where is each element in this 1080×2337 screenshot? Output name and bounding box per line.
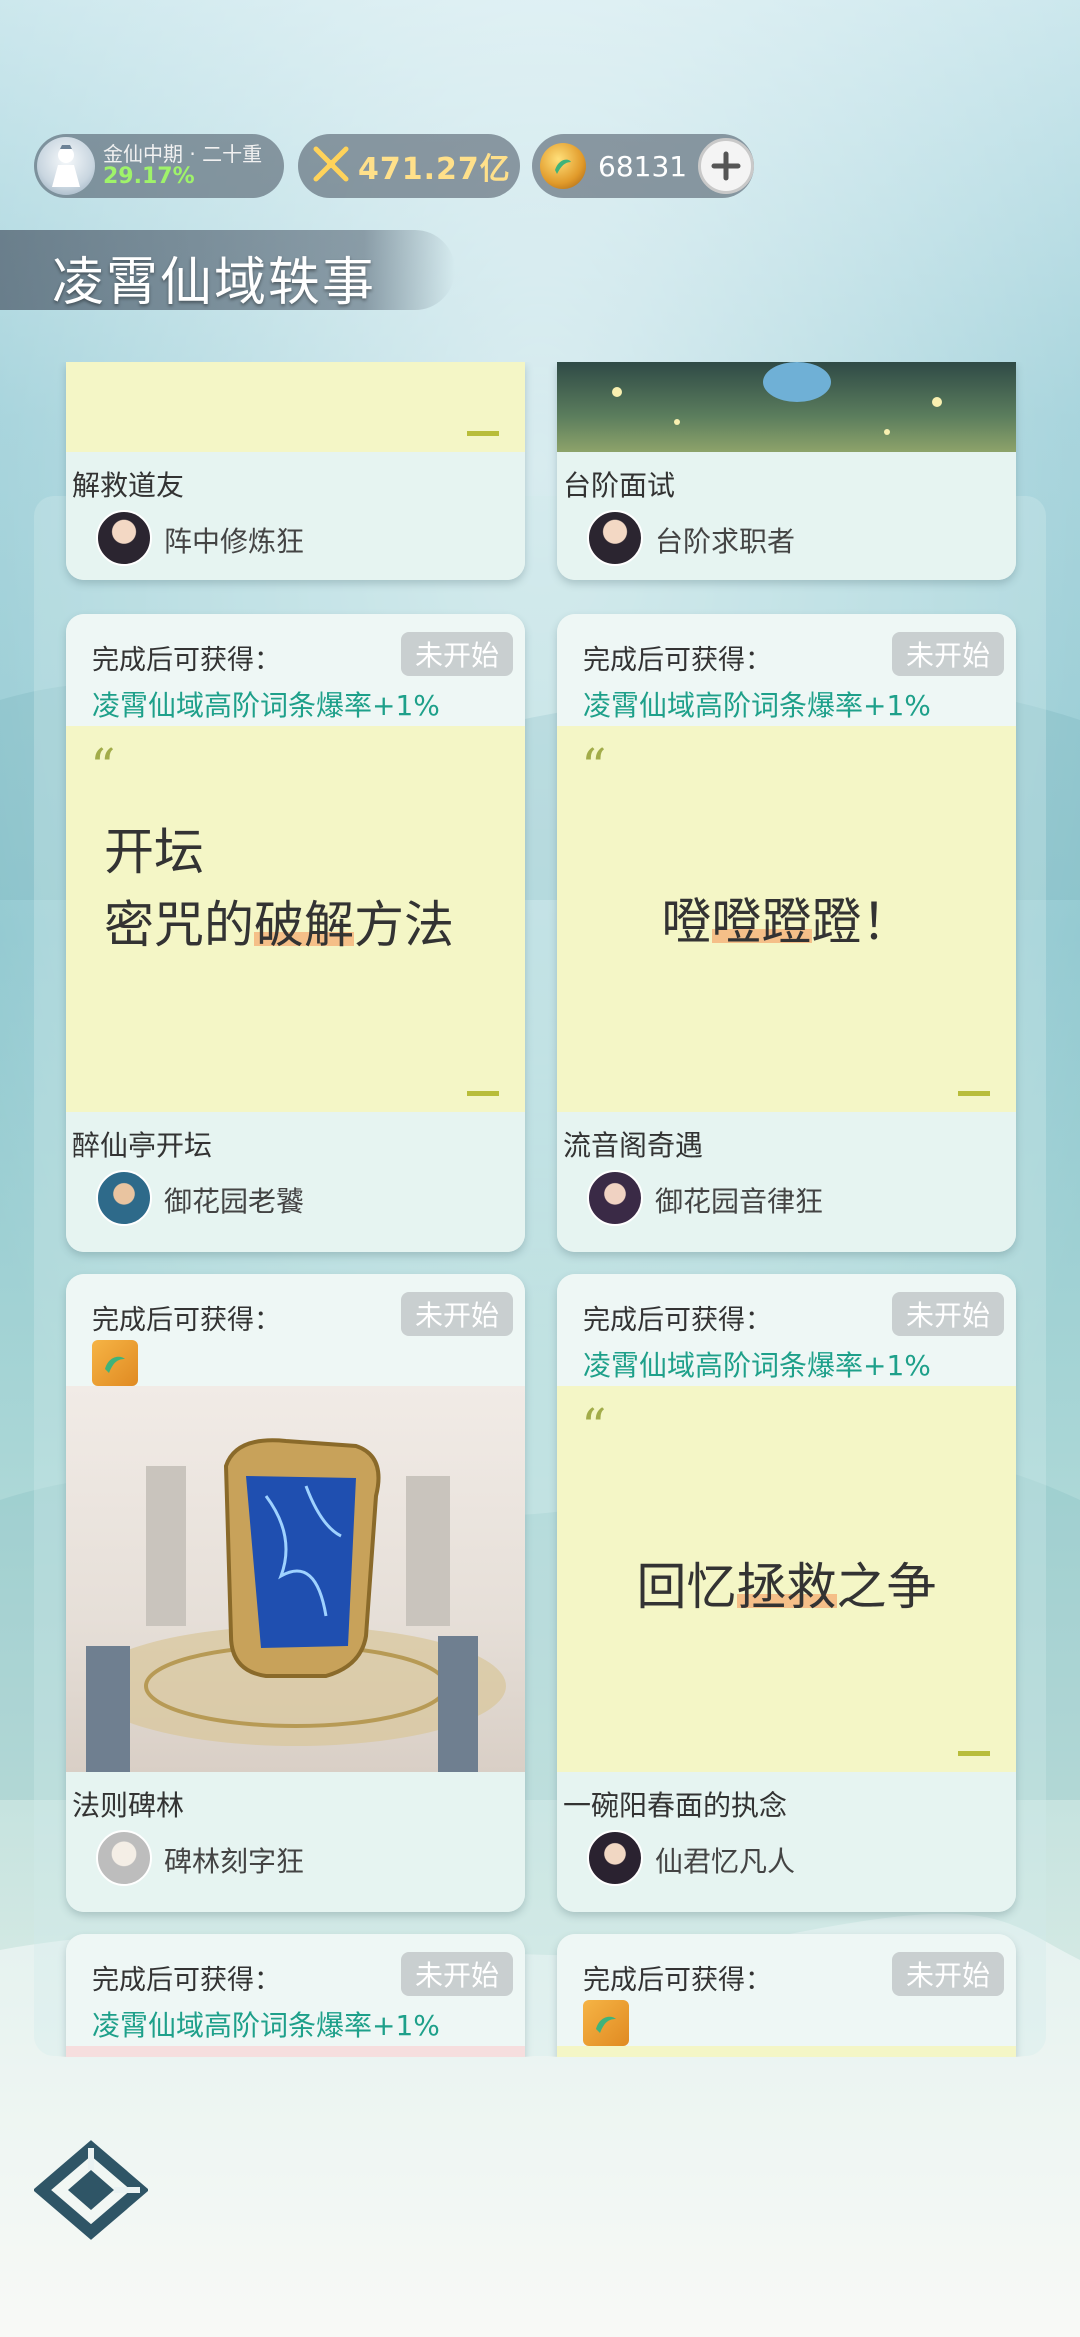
event-name: 一碗阳春面的执念 [563,1789,788,1822]
jade-amount: 68131 [598,149,688,183]
reward-label: 完成后可获得： [583,645,772,676]
npc-avatar [96,1170,152,1226]
reward-label: 完成后可获得： [92,1965,281,1996]
npc-avatar [96,1830,152,1886]
home-menu-button[interactable] [32,2140,150,2240]
reward-item-icon[interactable] [583,2000,629,2046]
reward-text: 凌霄仙域高阶词条爆率+1% [92,689,440,722]
event-card-6[interactable]: 完成后可获得： 未开始 凌霄仙域高阶词条爆率+1% “ 回忆拯救之争 一碗阳春面… [557,1274,1016,1912]
npc-avatar [587,1830,643,1886]
reward-text: 凌霄仙域高阶词条爆率+1% [92,2009,440,2042]
card-cover [66,362,525,452]
reward-text: 凌霄仙域高阶词条爆率+1% [583,689,931,722]
event-name: 台阶面试 [563,469,676,502]
event-card-8[interactable]: 完成后可获得： 未开始 [557,1934,1016,2057]
dash-mark [467,431,499,436]
npc-name: 碑林刻字狂 [164,1845,305,1878]
card-cover-image [557,362,1016,452]
npc-avatar [587,1170,643,1226]
page-title: 凌霄仙域轶事 [52,253,377,313]
event-card-5[interactable]: 完成后可获得： 未开始 法则碑林 碑林刻字狂 [66,1274,525,1912]
add-currency-button[interactable] [698,138,754,194]
highlight-text: 破解 [254,895,354,954]
npc-name: 阵中修炼狂 [164,525,305,558]
quote-mark-icon: “ [581,738,607,796]
npc-name: 御花园音律狂 [655,1185,824,1218]
plus-icon [711,151,741,181]
realm-status[interactable]: 金仙中期 · 二十重 29.17% [34,134,284,198]
event-name: 法则碑林 [72,1789,185,1822]
stone-tablet-image [86,1438,506,1772]
combat-power-value: 471.27亿 [358,152,511,187]
jade-coin-icon [540,143,586,189]
realm-progress: 29.17% [103,163,195,189]
npc-name: 仙君忆凡人 [655,1845,796,1878]
diamond-logo-icon [32,2140,150,2240]
status-badge: 未开始 [400,1952,513,1996]
card-headline: 噔噔蹬蹬！ [661,893,912,951]
reward-label: 完成后可获得： [583,1965,772,1996]
crossed-swords-icon [312,145,350,187]
dash-mark [958,1091,990,1096]
npc-name: 御花园老饕 [164,1185,305,1218]
event-name: 流音阁奇遇 [563,1129,704,1162]
card-headline: 回忆拯救之争 [636,1558,937,1616]
reward-text: 凌霄仙域高阶词条爆率+1% [583,1349,931,1382]
event-card-1[interactable]: 解救道友 阵中修炼狂 [66,362,525,580]
reward-item-icon[interactable] [92,1340,138,1386]
card-headline: 开坛 [104,823,204,881]
event-name: 解救道友 [72,469,185,502]
status-badge: 未开始 [891,632,1004,676]
reward-label: 完成后可获得： [92,1305,281,1336]
combat-power[interactable]: 471.27亿 [298,134,520,198]
card-cover [66,2046,525,2057]
npc-avatar [587,510,643,566]
event-card-4[interactable]: 完成后可获得： 未开始 凌霄仙域高阶词条爆率+1% “ 噔噔蹬蹬！ 流音阁奇遇 … [557,614,1016,1252]
event-card-3[interactable]: 完成后可获得： 未开始 凌霄仙域高阶词条爆率+1% “ 开坛 密咒的破解方法 醉… [66,614,525,1252]
status-badge: 未开始 [891,1952,1004,1996]
reward-label: 完成后可获得： [583,1305,772,1336]
quote-mark-icon: “ [581,1398,607,1456]
realm-name: 金仙中期 · 二十重 [103,141,263,166]
event-card-7[interactable]: 完成后可获得： 未开始 凌霄仙域高阶词条爆率+1% [66,1934,525,2057]
card-cover [557,2046,1016,2057]
status-badge: 未开始 [400,1292,513,1336]
event-card-2[interactable]: 台阶面试 台阶求职者 [557,362,1016,580]
event-name: 醉仙亭开坛 [72,1129,213,1162]
event-list[interactable]: 解救道友 阵中修炼狂 台阶面试 台阶求职者 完成后可获得： 未开始 凌霄仙域高阶… [0,362,1080,2057]
tablet-image [66,1386,525,1772]
npc-avatar [96,510,152,566]
npc-name: 台阶求职者 [655,525,796,558]
dash-mark [467,1091,499,1096]
quote-mark-icon: “ [90,738,116,796]
dash-mark [958,1751,990,1756]
reward-label: 完成后可获得： [92,645,281,676]
forest-scene-image [612,362,942,435]
player-avatar-icon [37,137,95,195]
status-badge: 未开始 [891,1292,1004,1336]
card-headline-2: 密咒的破解方法 [104,895,454,954]
status-badge: 未开始 [400,632,513,676]
